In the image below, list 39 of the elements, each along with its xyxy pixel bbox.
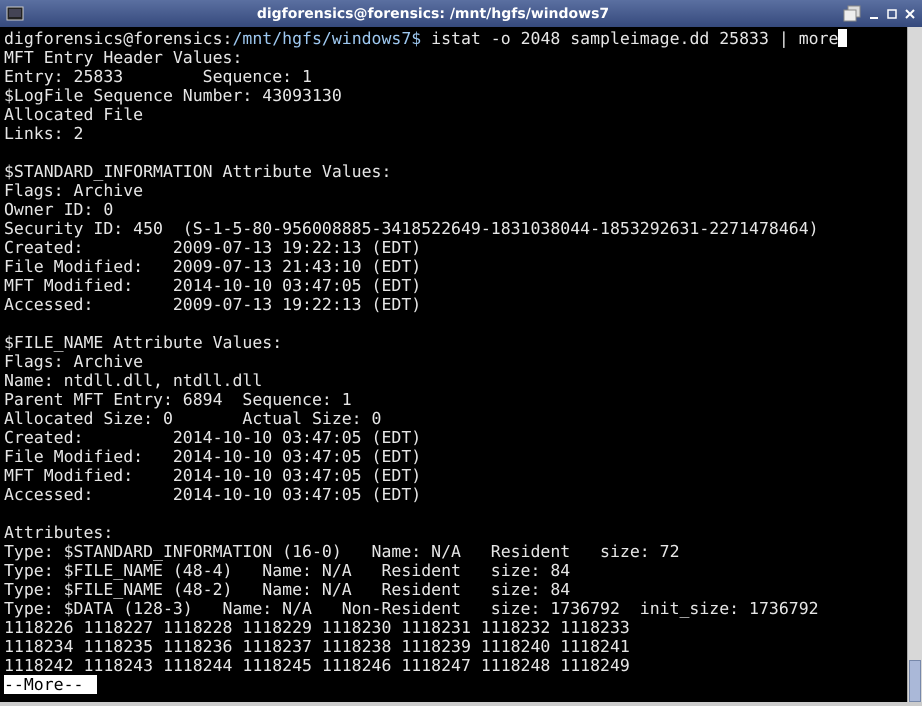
- output-line: Allocated File: [4, 105, 144, 124]
- output-line: $LogFile Sequence Number: 43093130: [4, 86, 342, 105]
- output-line: MFT Entry Header Values:: [4, 48, 242, 67]
- output-line: $FILE_NAME Attribute Values:: [4, 333, 282, 352]
- output-line: Accessed: 2014-10-10 03:47:05 (EDT): [4, 485, 422, 504]
- scrollbar-thumb[interactable]: [909, 660, 921, 702]
- output-line: Allocated Size: 0 Actual Size: 0: [4, 409, 382, 428]
- pager-prompt: --More--: [4, 675, 98, 694]
- window-title: digforensics@forensics: /mnt/hgfs/windows7: [256, 6, 610, 22]
- scrollbar[interactable]: [907, 27, 922, 702]
- maximize-icon[interactable]: [886, 8, 898, 20]
- output-line: $STANDARD_INFORMATION Attribute Values:: [4, 162, 392, 181]
- output-line: File Modified: 2009-07-13 21:43:10 (EDT): [4, 257, 422, 276]
- command-line: digforensics@forensics:/mnt/hgfs/windows7$ istat -o 2048 sampleimage.dd 25833 | more: [4, 29, 907, 48]
- output-line: Type: $FILE_NAME (48-4) Name: N/A Resident size: 84: [4, 561, 570, 580]
- output-line: Flags: Archive: [4, 352, 144, 371]
- output-line: Parent MFT Entry: 6894 Sequence: 1: [4, 390, 352, 409]
- output-line: 1118242 1118243 1118244 1118245 1118246 1118247 1118248 1118249: [4, 656, 630, 675]
- output-line: Type: $FILE_NAME (48-2) Name: N/A Resident size: 84: [4, 580, 570, 599]
- output-line: 1118234 1118235 1118236 1118237 1118238 1118239 1118240 1118241: [4, 637, 630, 656]
- windows-stack-icon[interactable]: [842, 4, 862, 22]
- output-line: Flags: Archive: [4, 181, 144, 200]
- output-line: MFT Modified: 2014-10-10 03:47:05 (EDT): [4, 466, 422, 485]
- output-line: Entry: 25833 Sequence: 1: [4, 67, 312, 86]
- output-line: Type: $DATA (128-3) Name: N/A Non-Resident size: 1736792 init_size: 1736792: [4, 599, 819, 618]
- output-line: Owner ID: 0: [4, 200, 114, 219]
- close-icon[interactable]: [904, 8, 916, 20]
- output-line: File Modified: 2014-10-10 03:47:05 (EDT): [4, 447, 422, 466]
- output-line: 1118226 1118227 1118228 1118229 1118230 1118231 1118232 1118233: [4, 618, 630, 637]
- output-line: Accessed: 2009-07-13 19:22:13 (EDT): [4, 295, 422, 314]
- output-line: Name: ntdll.dll, ntdll.dll: [4, 371, 262, 390]
- output-line: Attributes:: [4, 523, 114, 542]
- output-line: Security ID: 450 (S-1-5-80-956008885-3418522649-1831038044-1853292631-2271478464): [4, 219, 819, 238]
- output-line: Type: $STANDARD_INFORMATION (16-0) Name: N/A Resident size: 72: [4, 542, 680, 561]
- output-line: Links: 2: [4, 124, 84, 143]
- output-line: Created: 2014-10-10 03:47:05 (EDT): [4, 428, 422, 447]
- output-line: Created: 2009-07-13 19:22:13 (EDT): [4, 238, 422, 257]
- terminal-icon: [6, 6, 24, 22]
- output-line: MFT Modified: 2014-10-10 03:47:05 (EDT): [4, 276, 422, 295]
